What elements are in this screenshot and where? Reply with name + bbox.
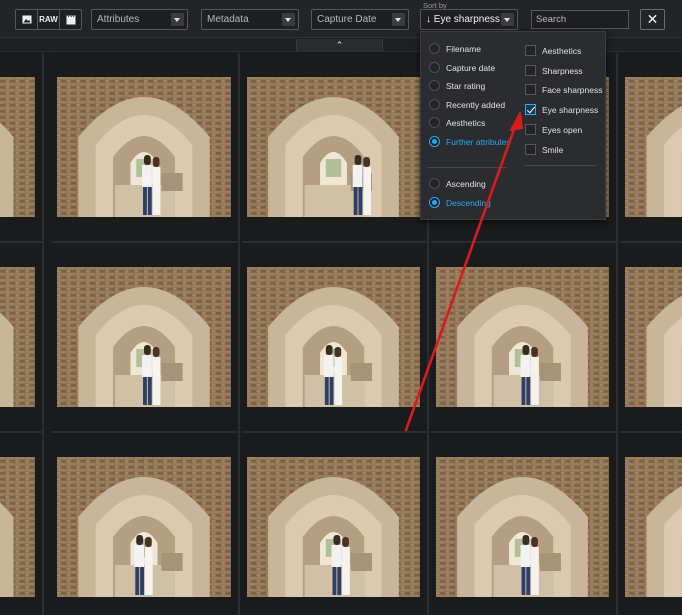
metadata-select[interactable]: Metadata (201, 9, 299, 30)
sort-field-option[interactable]: Recently added (446, 98, 505, 112)
attributes-select[interactable]: Attributes (91, 9, 188, 30)
photo-thumbnail[interactable] (247, 77, 420, 217)
attribute-option[interactable]: Smile (542, 143, 563, 157)
grid-cell[interactable] (620, 243, 682, 433)
photo-thumbnail[interactable] (247, 267, 420, 407)
photo-thumbnail[interactable] (0, 267, 35, 407)
attribute-checkbox[interactable] (525, 143, 536, 155)
photo-thumbnail[interactable] (57, 267, 231, 407)
grid-cell[interactable] (0, 243, 44, 433)
sort-order-radio[interactable] (429, 196, 440, 208)
raw-button[interactable]: RAW (38, 10, 60, 29)
attribute-checkbox[interactable] (525, 84, 536, 96)
grid-cell[interactable] (431, 243, 618, 433)
sort-field-radio[interactable] (429, 136, 440, 147)
close-icon: ✕ (646, 11, 659, 27)
attribute-checkbox[interactable] (525, 45, 536, 56)
attribute-option[interactable]: Face sharpness (542, 83, 602, 97)
attribute-checkbox[interactable] (525, 64, 536, 76)
view-filter-group: RAW (15, 9, 82, 30)
sort-dropdown-menu: Filename Capture date Star rating Recently … (420, 31, 606, 220)
sort-field-option[interactable]: Star rating (446, 79, 485, 93)
grid-cell[interactable] (620, 433, 682, 615)
sort-field-option[interactable]: Aesthetics (446, 116, 485, 130)
sort-direction-icon: ↓ (426, 14, 431, 25)
attributes-select-label: Attributes (97, 14, 140, 25)
grid-cell[interactable] (52, 243, 240, 433)
sort-by-value: Eye sharpness (433, 14, 500, 25)
chevron-down-icon (501, 13, 514, 26)
menu-divider (427, 167, 507, 168)
sort-field-radio[interactable] (429, 43, 440, 54)
film-icon[interactable] (60, 10, 81, 29)
photo-thumbnail[interactable] (57, 457, 231, 597)
chevron-up-icon: ⌃ (335, 40, 344, 50)
capture-date-select-label: Capture Date (317, 14, 377, 25)
sort-field-radio[interactable] (429, 61, 440, 73)
attribute-option[interactable]: Sharpness (542, 64, 583, 78)
sort-field-option[interactable]: Capture date (446, 61, 495, 75)
sort-by-select[interactable]: ↓ Eye sharpness (420, 9, 518, 30)
attribute-option[interactable]: Eyes open (542, 123, 582, 137)
sort-order-radio[interactable] (429, 178, 440, 189)
grid-cell[interactable] (242, 243, 429, 433)
grid-cell[interactable] (242, 433, 429, 615)
grid-cell[interactable] (242, 53, 429, 243)
photo-thumbnail[interactable] (247, 457, 420, 597)
grid-cell[interactable] (431, 433, 618, 615)
attribute-option[interactable]: Eye sharpness (542, 103, 598, 117)
metadata-select-label: Metadata (207, 14, 249, 25)
collapse-toolbar-button[interactable]: ⌃ (296, 39, 383, 51)
photo-thumbnail[interactable] (625, 457, 682, 597)
sort-field-radio[interactable] (429, 98, 440, 110)
capture-date-select[interactable]: Capture Date (311, 9, 409, 30)
chevron-down-icon (392, 13, 405, 26)
image-icon[interactable] (16, 10, 38, 29)
search-input[interactable]: Search (531, 10, 629, 29)
photo-thumbnail[interactable] (57, 77, 231, 217)
attribute-option[interactable]: Aesthetics (542, 44, 581, 58)
photo-thumbnail[interactable] (0, 457, 35, 597)
grid-cell[interactable] (0, 433, 44, 615)
chevron-down-icon (171, 13, 184, 26)
sort-field-option[interactable]: Further attributes (446, 135, 511, 149)
sort-field-option[interactable]: Filename (446, 42, 481, 56)
close-button[interactable]: ✕ (640, 9, 665, 30)
photo-thumbnail[interactable] (625, 77, 682, 217)
grid-cell[interactable] (52, 53, 240, 243)
sort-field-radio[interactable] (429, 80, 440, 92)
grid-cell[interactable] (0, 53, 44, 243)
grid-cell[interactable] (52, 433, 240, 615)
attribute-checkbox[interactable] (525, 104, 536, 116)
chevron-down-icon (282, 13, 295, 26)
menu-divider (524, 165, 597, 166)
sort-order-option[interactable]: Descending (446, 196, 491, 210)
grid-cell[interactable] (620, 53, 682, 243)
photo-thumbnail[interactable] (436, 267, 609, 407)
photo-thumbnail[interactable] (436, 457, 609, 597)
photo-thumbnail[interactable] (625, 267, 682, 407)
attribute-checkbox[interactable] (525, 123, 536, 135)
photo-thumbnail[interactable] (0, 77, 35, 217)
sort-order-option[interactable]: Ascending (446, 177, 486, 191)
sort-field-radio[interactable] (429, 117, 440, 129)
photo-browser-app: RAW Attributes Metadata Capture Date Sor… (0, 0, 682, 615)
